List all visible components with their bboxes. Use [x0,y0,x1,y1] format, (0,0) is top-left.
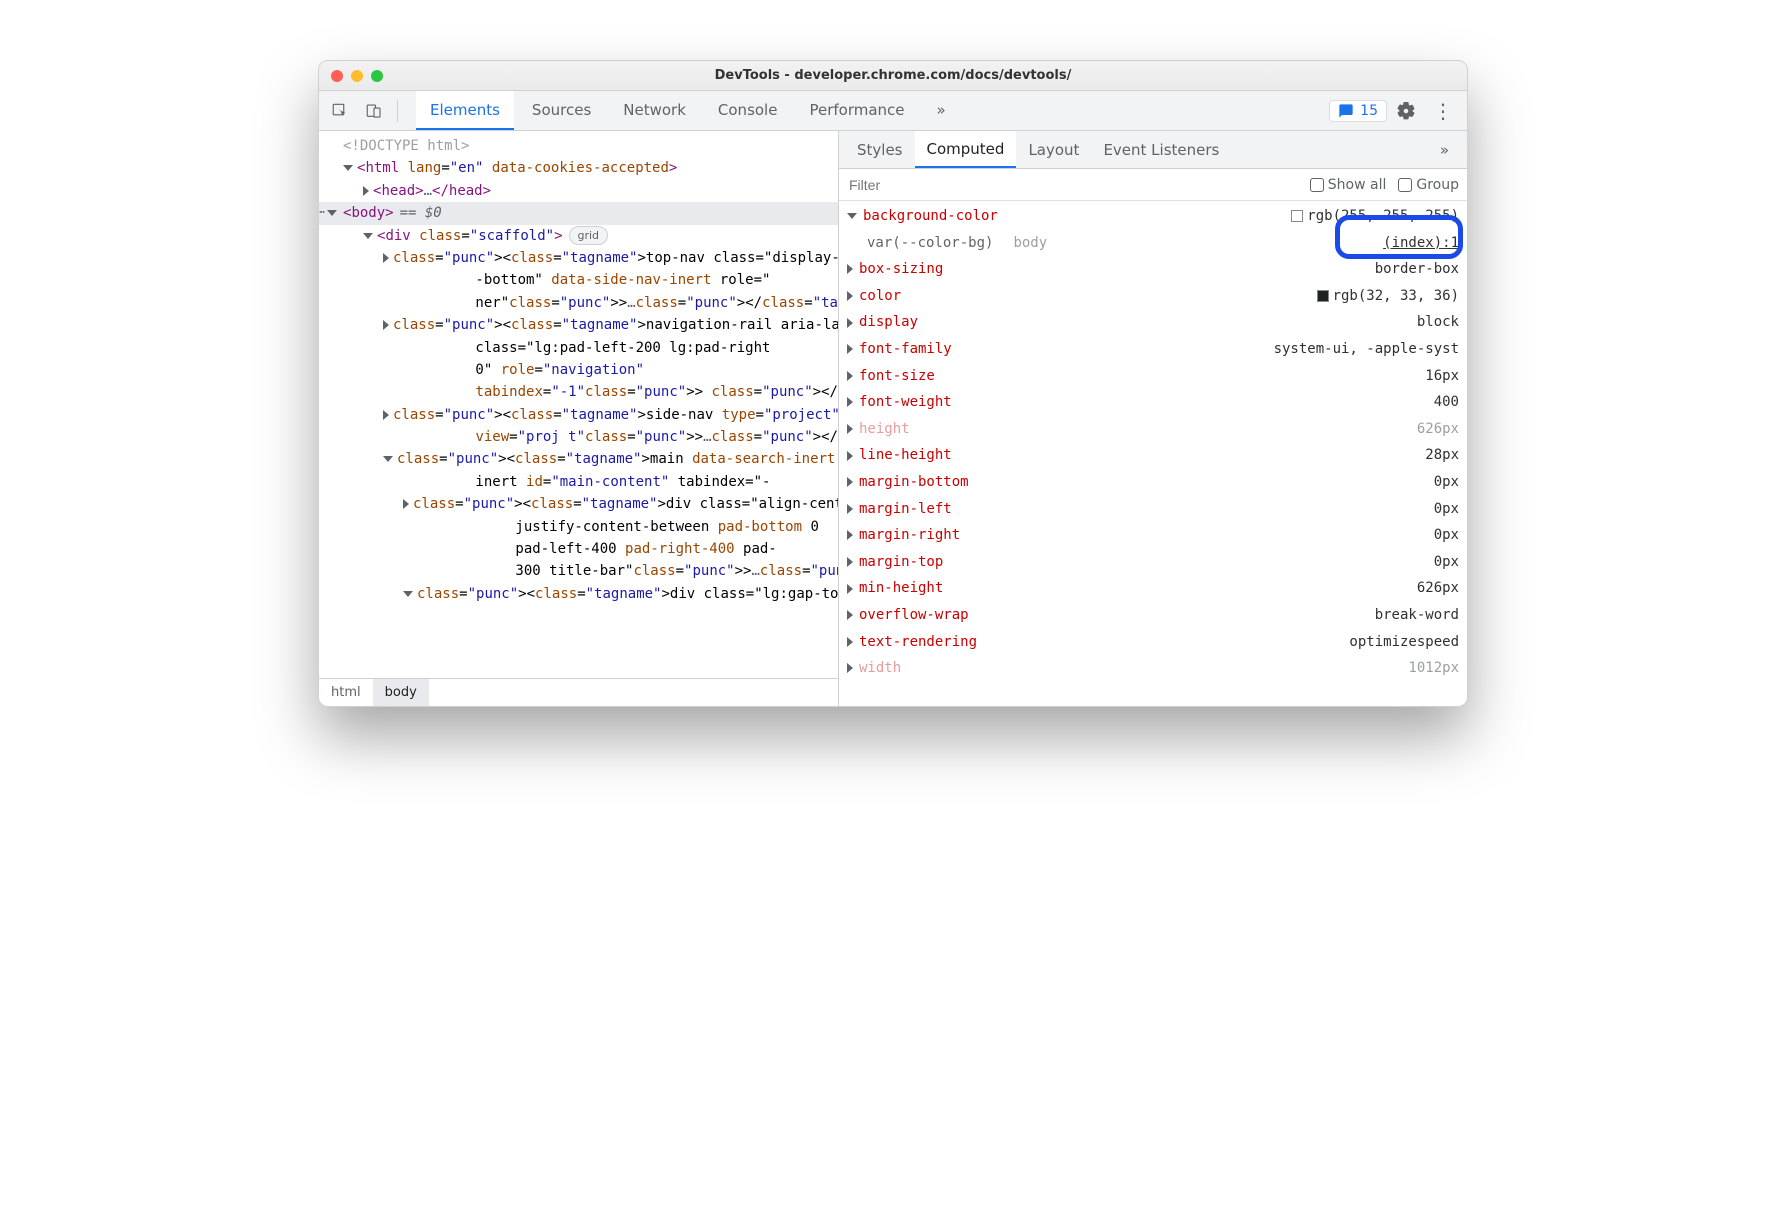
dom-node-cont[interactable]: pad-left-400 pad-right-400 pad- [403,538,834,560]
panel-tabs-overflow[interactable]: » [923,101,960,121]
computed-prop-min-height[interactable]: min-height626px [839,575,1467,602]
dom-node[interactable]: class="punc"><class="tagname">side-nav t… [319,404,838,449]
group-checkbox[interactable]: Group [1398,177,1459,193]
tab-network[interactable]: Network [609,91,700,130]
issues-badge[interactable]: 15 [1329,100,1387,122]
sidebar-tab-styles[interactable]: Styles [845,131,915,168]
styles-sidebar: StylesComputedLayoutEvent Listeners » Sh… [839,131,1467,706]
computed-prop-margin-right[interactable]: margin-right0px [839,522,1467,549]
tab-sources[interactable]: Sources [518,91,605,130]
dom-node[interactable]: class="punc"><class="tagname">navigation… [319,314,838,404]
more-menu-icon[interactable]: ⋮ [1425,99,1461,123]
dom-node[interactable]: <!DOCTYPE html> [319,135,838,157]
computed-prop-box-sizing[interactable]: box-sizingborder-box [839,256,1467,283]
layout-pill: grid [569,226,609,246]
window-titlebar: DevTools - developer.chrome.com/docs/dev… [319,61,1467,91]
dom-node[interactable]: <div class="scaffold">grid [319,225,838,247]
device-mode-icon[interactable] [359,96,389,126]
inspect-icon[interactable] [325,96,355,126]
computed-prop-font-size[interactable]: font-size16px [839,363,1467,390]
computed-prop-font-family[interactable]: font-familysystem-ui, -apple-syst [839,336,1467,363]
dom-node-cont[interactable]: tabindex="-1"class="punc">> class="punc"… [383,381,834,403]
dom-node[interactable]: ⋯<body>== $0 [319,202,838,224]
dom-node[interactable]: <html lang="en" data-cookies-accepted> [319,157,838,179]
main-split: <!DOCTYPE html><html lang="en" data-cook… [319,131,1467,706]
computed-prop-font-weight[interactable]: font-weight400 [839,389,1467,416]
computed-filterbar: Show all Group [839,169,1467,201]
dom-node-cont[interactable]: -bottom" data-side-nav-inert role=" [383,269,834,291]
computed-prop-background-color[interactable]: background-colorrgb(255, 255, 255) [839,203,1467,230]
computed-properties[interactable]: background-colorrgb(255, 255, 255)var(--… [839,201,1467,706]
sidebar-tab-event-listeners[interactable]: Event Listeners [1091,131,1231,168]
elements-panel: <!DOCTYPE html><html lang="en" data-cook… [319,131,839,706]
dom-node-cont[interactable]: view="proj t"class="punc">>…class="punc"… [383,426,834,448]
sidebar-tab-computed[interactable]: Computed [915,131,1017,168]
computed-prop-margin-left[interactable]: margin-left0px [839,496,1467,523]
computed-prop-line-height[interactable]: line-height28px [839,442,1467,469]
panel-tabs: ElementsSourcesNetworkConsolePerformance [416,91,919,130]
computed-prop-margin-bottom[interactable]: margin-bottom0px [839,469,1467,496]
source-link[interactable]: (index):1 [1383,230,1459,257]
computed-prop-color[interactable]: colorrgb(32, 33, 36) [839,283,1467,310]
dom-node-cont[interactable]: 300 title-bar"class="punc">>…class="punc… [403,560,834,582]
dom-node-cont[interactable]: class="lg:pad-left-200 lg:pad-right [383,337,834,359]
tab-elements[interactable]: Elements [416,91,514,130]
settings-icon[interactable] [1391,96,1421,126]
issues-count: 15 [1360,103,1378,119]
toolbar-divider [397,100,398,122]
window-controls [319,70,383,82]
sidebar-tabs-overflow[interactable]: » [1428,131,1461,168]
dom-node[interactable]: <head>…</head> [319,180,838,202]
dom-tree[interactable]: <!DOCTYPE html><html lang="en" data-cook… [319,131,838,678]
computed-prop-text-rendering[interactable]: text-renderingoptimizespeed [839,629,1467,656]
minimize-window-button[interactable] [351,70,363,82]
dom-node[interactable]: class="punc"><class="tagname">div class=… [319,493,838,583]
filter-input[interactable] [847,176,1298,194]
computed-prop-height[interactable]: height626px [839,416,1467,443]
computed-prop-overflow-wrap[interactable]: overflow-wrapbreak-word [839,602,1467,629]
dom-node[interactable]: class="punc"><class="tagname">main data-… [319,448,838,493]
tab-performance[interactable]: Performance [795,91,918,130]
breadcrumb-html[interactable]: html [319,679,373,706]
dom-node-cont[interactable]: 0" role="navigation" [383,359,834,381]
dom-node-cont[interactable]: justify-content-between pad-bottom 0 [403,516,834,538]
show-all-checkbox[interactable]: Show all [1310,177,1387,193]
computed-prop-display[interactable]: displayblock [839,309,1467,336]
dom-node[interactable]: class="punc"><class="tagname">div class=… [319,583,838,605]
sidebar-tabs: StylesComputedLayoutEvent Listeners » [839,131,1467,169]
breadcrumb: htmlbody [319,678,838,706]
computed-prop-margin-top[interactable]: margin-top0px [839,549,1467,576]
computed-prop-width[interactable]: width1012px [839,655,1467,682]
dom-node-cont[interactable]: ner"class="punc">>…class="punc"></class=… [383,292,834,314]
dom-node[interactable]: class="punc"><class="tagname">top-nav cl… [319,247,838,314]
tab-console[interactable]: Console [704,91,792,130]
devtools-window: DevTools - developer.chrome.com/docs/dev… [318,60,1468,707]
window-title: DevTools - developer.chrome.com/docs/dev… [319,68,1467,83]
zoom-window-button[interactable] [371,70,383,82]
dom-node-cont[interactable]: inert id="main-content" tabindex="- [383,471,834,493]
close-window-button[interactable] [331,70,343,82]
main-toolbar: ElementsSourcesNetworkConsolePerformance… [319,91,1467,131]
sidebar-tab-layout[interactable]: Layout [1016,131,1091,168]
breadcrumb-body[interactable]: body [373,679,429,706]
computed-prop-source[interactable]: var(--color-bg)body(index):1 [839,230,1467,257]
